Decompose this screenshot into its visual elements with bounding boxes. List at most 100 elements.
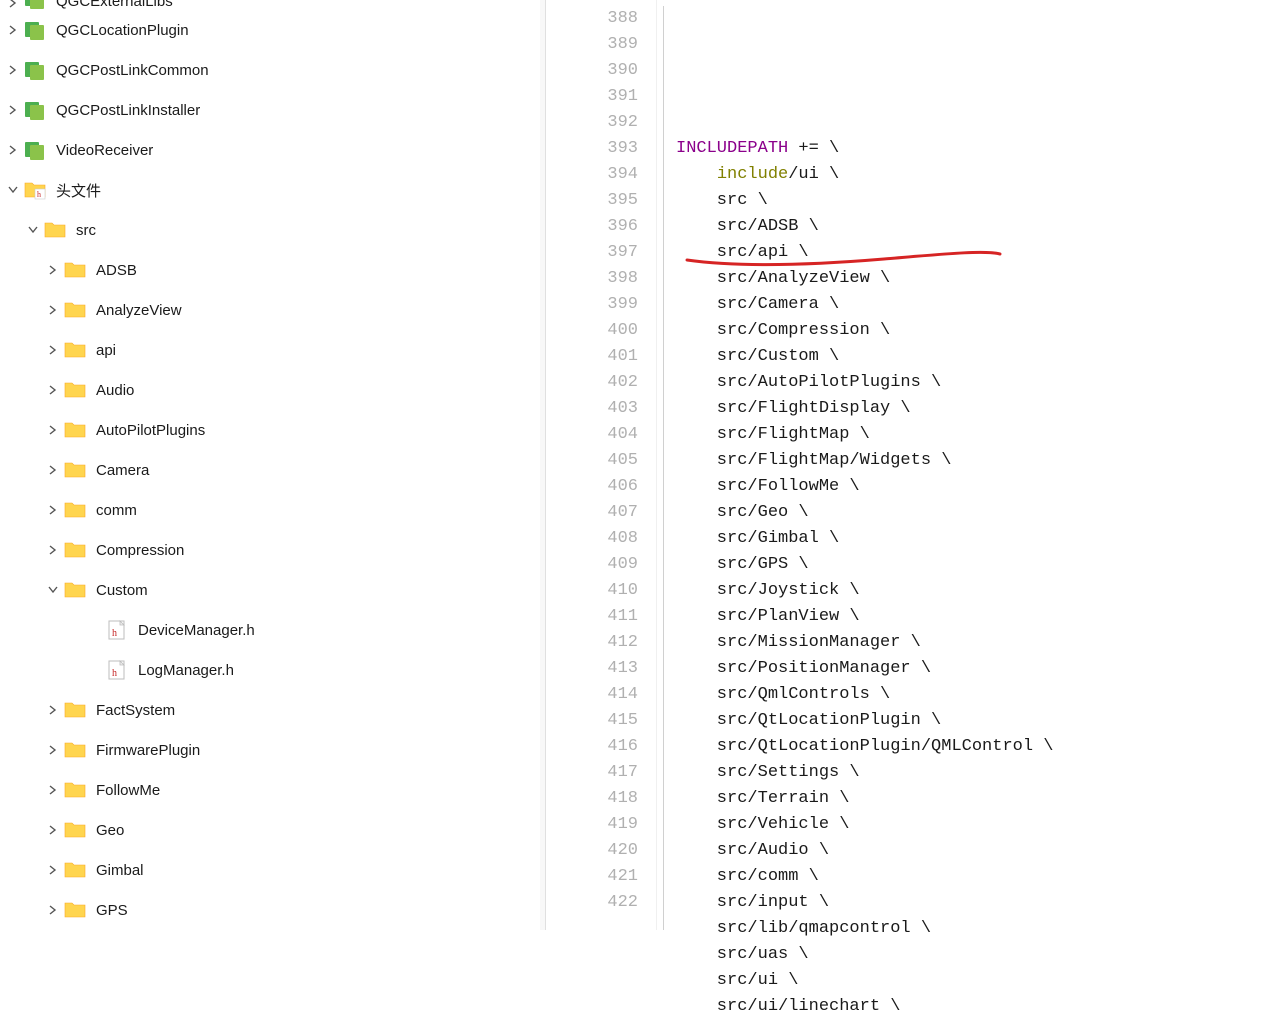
- tree-item-qgcpostlinkcommon[interactable]: QGCPostLinkCommon: [0, 50, 540, 90]
- code-line[interactable]: src/Geo \: [674, 500, 1288, 526]
- chevron-right-icon[interactable]: [46, 903, 60, 917]
- tree-item-qgcpostlinkinstaller[interactable]: QGCPostLinkInstaller: [0, 90, 540, 130]
- code-line[interactable]: src/input \: [674, 890, 1288, 916]
- tree-item-followme[interactable]: FollowMe: [0, 770, 540, 810]
- tree-item-firmwareplugin[interactable]: FirmwarePlugin: [0, 730, 540, 770]
- chevron-right-icon[interactable]: [46, 823, 60, 837]
- code-line[interactable]: src/AutoPilotPlugins \: [674, 370, 1288, 396]
- h-file-icon: h: [106, 659, 128, 681]
- code-line[interactable]: src/QmlControls \: [674, 682, 1288, 708]
- code-line[interactable]: include/ui \: [674, 162, 1288, 188]
- tree-item-audio[interactable]: Audio: [0, 370, 540, 410]
- tree-item-label: QGCPostLinkInstaller: [56, 102, 200, 119]
- tree-item-geo[interactable]: Geo: [0, 810, 540, 850]
- code-line[interactable]: src/Camera \: [674, 292, 1288, 318]
- tree-item-adsb[interactable]: ADSB: [0, 250, 540, 290]
- code-line[interactable]: src/ui \: [674, 968, 1288, 994]
- chevron-right-icon[interactable]: [6, 143, 20, 157]
- code-line[interactable]: src/Terrain \: [674, 786, 1288, 812]
- chevron-down-icon[interactable]: [26, 223, 40, 237]
- code-line[interactable]: src/ui/linechart \: [674, 994, 1288, 1020]
- line-number: 407: [546, 500, 656, 526]
- chevron-right-icon[interactable]: [6, 0, 20, 10]
- code-line[interactable]: src/uas \: [674, 942, 1288, 968]
- tree-item-label: Compression: [96, 542, 184, 559]
- code-line[interactable]: src/ADSB \: [674, 214, 1288, 240]
- code-line[interactable]: INCLUDEPATH += \: [674, 136, 1288, 162]
- code-line[interactable]: src/FlightMap/Widgets \: [674, 448, 1288, 474]
- chevron-right-icon[interactable]: [46, 263, 60, 277]
- line-number: 417: [546, 760, 656, 786]
- tree-item-api[interactable]: api: [0, 330, 540, 370]
- pro-file-icon: [24, 59, 46, 81]
- code-line[interactable]: src/Joystick \: [674, 578, 1288, 604]
- tree-item-devicemanager-h[interactable]: h DeviceManager.h: [0, 610, 540, 650]
- tree-item-analyzeview[interactable]: AnalyzeView: [0, 290, 540, 330]
- folder-icon: [64, 259, 86, 281]
- chevron-right-icon[interactable]: [6, 63, 20, 77]
- tree-item-camera[interactable]: Camera: [0, 450, 540, 490]
- code-line[interactable]: src/QtLocationPlugin/QMLControl \: [674, 734, 1288, 760]
- code-content[interactable]: INCLUDEPATH += \ include/ui \ src \ src/…: [674, 0, 1288, 930]
- chevron-right-icon[interactable]: [46, 863, 60, 877]
- fold-column[interactable]: [656, 0, 674, 930]
- tree-item-autopilotplugins[interactable]: AutoPilotPlugins: [0, 410, 540, 450]
- code-line[interactable]: src/PositionManager \: [674, 656, 1288, 682]
- code-line[interactable]: src/Audio \: [674, 838, 1288, 864]
- code-line[interactable]: src \: [674, 188, 1288, 214]
- folder-icon: [64, 379, 86, 401]
- chevron-right-icon[interactable]: [46, 703, 60, 717]
- code-line[interactable]: src/FlightDisplay \: [674, 396, 1288, 422]
- chevron-right-icon[interactable]: [46, 343, 60, 357]
- tree-item-label: QGCExternalLibs: [56, 0, 173, 10]
- code-line[interactable]: src/Compression \: [674, 318, 1288, 344]
- chevron-right-icon[interactable]: [46, 503, 60, 517]
- tree-item-headers[interactable]: h 头文件: [0, 170, 540, 210]
- tree-item-qgclocationplugin[interactable]: QGCLocationPlugin: [0, 10, 540, 50]
- tree-item-factsystem[interactable]: FactSystem: [0, 690, 540, 730]
- code-line[interactable]: src/MissionManager \: [674, 630, 1288, 656]
- code-line[interactable]: src/FollowMe \: [674, 474, 1288, 500]
- chevron-right-icon[interactable]: [46, 543, 60, 557]
- code-line[interactable]: src/PlanView \: [674, 604, 1288, 630]
- code-line[interactable]: [674, 110, 1288, 136]
- code-line[interactable]: src/Gimbal \: [674, 526, 1288, 552]
- code-line[interactable]: src/Custom \: [674, 344, 1288, 370]
- tree-item-comm[interactable]: comm: [0, 490, 540, 530]
- line-number: 402: [546, 370, 656, 396]
- chevron-down-icon[interactable]: [46, 583, 60, 597]
- code-line[interactable]: src/api \: [674, 240, 1288, 266]
- tree-item-logmanager-h[interactable]: h LogManager.h: [0, 650, 540, 690]
- code-line[interactable]: src/QtLocationPlugin \: [674, 708, 1288, 734]
- chevron-down-icon[interactable]: [6, 183, 20, 197]
- tree-item-videoreceiver[interactable]: VideoReceiver: [0, 130, 540, 170]
- code-line[interactable]: src/FlightMap \: [674, 422, 1288, 448]
- chevron-right-icon[interactable]: [46, 463, 60, 477]
- tree-item-label: Camera: [96, 462, 149, 479]
- line-number: 422: [546, 890, 656, 916]
- chevron-right-icon[interactable]: [46, 383, 60, 397]
- code-line[interactable]: src/AnalyzeView \: [674, 266, 1288, 292]
- tree-item-compression[interactable]: Compression: [0, 530, 540, 570]
- chevron-right-icon[interactable]: [46, 303, 60, 317]
- tree-item-gps[interactable]: GPS: [0, 890, 540, 930]
- chevron-right-icon[interactable]: [46, 743, 60, 757]
- chevron-right-icon[interactable]: [46, 783, 60, 797]
- code-line[interactable]: src/GPS \: [674, 552, 1288, 578]
- tree-item-src[interactable]: src: [0, 210, 540, 250]
- folder-icon: [64, 779, 86, 801]
- tree-item-custom[interactable]: Custom: [0, 570, 540, 610]
- code-line[interactable]: src/Vehicle \: [674, 812, 1288, 838]
- tree-item-gimbal[interactable]: Gimbal: [0, 850, 540, 890]
- code-line[interactable]: src/Settings \: [674, 760, 1288, 786]
- code-line[interactable]: src/comm \: [674, 864, 1288, 890]
- code-line[interactable]: src/lib/qmapcontrol \: [674, 916, 1288, 942]
- tree-item-label: Custom: [96, 582, 148, 599]
- line-number: 418: [546, 786, 656, 812]
- chevron-right-icon[interactable]: [6, 23, 20, 37]
- project-tree[interactable]: QGCExternalLibs QGCLocationPlugin QGCPos…: [0, 0, 540, 930]
- code-editor[interactable]: 3883893903913923933943953963973983994004…: [540, 0, 1288, 930]
- chevron-right-icon[interactable]: [46, 423, 60, 437]
- chevron-right-icon[interactable]: [6, 103, 20, 117]
- tree-item-qgcexternallibs[interactable]: QGCExternalLibs: [0, 0, 540, 10]
